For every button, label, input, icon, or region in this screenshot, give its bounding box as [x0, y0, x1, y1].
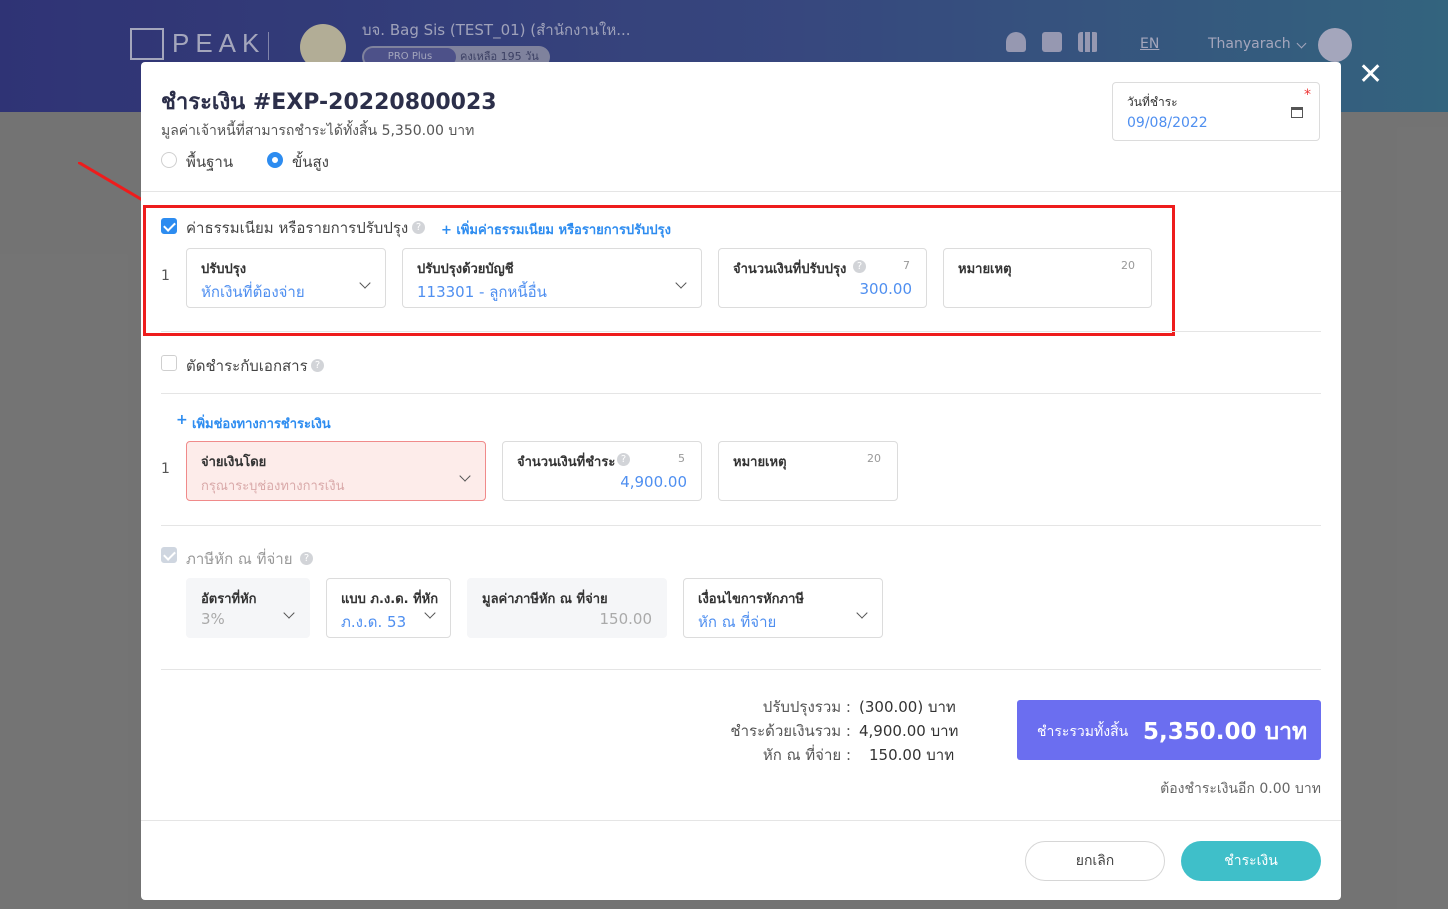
- payment-method-select[interactable]: จ่ายเงินโดย กรุณาระบุช่องทางการเงิน: [186, 441, 486, 501]
- char-count: 7: [903, 259, 910, 272]
- chevron-down-icon: [856, 607, 868, 619]
- payment-date-value[interactable]: 09/08/2022: [1127, 115, 1208, 131]
- char-count: 20: [867, 452, 881, 465]
- mode-basic-radio[interactable]: [161, 152, 177, 168]
- chevron-down-icon: [359, 277, 371, 289]
- summary-wht-label: หัก ณ ที่จ่าย :: [762, 746, 851, 764]
- row-number: 1: [161, 461, 170, 477]
- field-value: 3%: [201, 610, 225, 628]
- adjustment-checkbox[interactable]: [161, 218, 177, 234]
- payment-date-field[interactable]: วันที่ชำระ * 09/08/2022: [1112, 82, 1320, 141]
- field-label: หมายเหตุ: [733, 455, 787, 470]
- payment-date-label: วันที่ชำระ: [1127, 95, 1178, 109]
- wht-label: ภาษีหัก ณ ที่จ่าย: [186, 550, 293, 568]
- char-count: 20: [1121, 259, 1135, 272]
- chevron-down-icon: [283, 607, 295, 619]
- field-label: ปรับปรุงด้วยบัญชี: [417, 262, 514, 277]
- wht-checkbox[interactable]: [161, 547, 177, 563]
- summary-wht-value: 150.00 บาท: [869, 746, 955, 764]
- chevron-down-icon: [424, 607, 436, 619]
- help-icon[interactable]: ?: [853, 260, 866, 273]
- payment-note-input[interactable]: หมายเหตุ 20: [718, 441, 898, 501]
- chevron-down-icon: [675, 277, 687, 289]
- add-payment-channel-link[interactable]: เพิ่มช่องทางการชำระเงิน: [192, 413, 331, 434]
- field-label: ปรับปรุง: [201, 262, 247, 277]
- field-label: หมายเหตุ: [958, 262, 1012, 277]
- field-value: 113301 - ลูกหนี้อื่น: [417, 283, 547, 301]
- summary-paid-value: 4,900.00 บาท: [859, 722, 959, 740]
- mode-basic-label[interactable]: พื้นฐาน: [186, 150, 233, 174]
- modal-title: ชำระเงิน #EXP-20220800023: [161, 90, 497, 115]
- divider: [161, 331, 1321, 332]
- chevron-down-icon: [459, 470, 471, 482]
- plus-icon[interactable]: +: [176, 412, 188, 428]
- divider: [161, 393, 1321, 394]
- adjustment-type-select[interactable]: ปรับปรุง หักเงินที่ต้องจ่าย: [186, 248, 386, 308]
- summary-adjust-value: (300.00) บาท: [859, 698, 956, 716]
- field-value: 150.00: [599, 610, 653, 628]
- mode-advanced-radio[interactable]: [267, 152, 283, 168]
- field-value: 300.00: [859, 280, 913, 298]
- divider: [141, 820, 1341, 821]
- remaining-amount: ต้องชำระเงินอีก 0.00 บาท: [1160, 781, 1321, 797]
- grand-total-value: 5,350.00 บาท: [1143, 719, 1308, 745]
- help-icon[interactable]: ?: [412, 221, 425, 234]
- divider: [161, 669, 1321, 670]
- adjustment-label: ค่าธรรมเนียม หรือรายการปรับปรุง: [186, 219, 409, 237]
- payment-modal: ชำระเงิน #EXP-20220800023 มูลค่าเจ้าหนี้…: [141, 62, 1341, 900]
- field-value: 4,900.00: [620, 473, 687, 491]
- help-icon[interactable]: ?: [617, 453, 630, 466]
- offset-checkbox[interactable]: [161, 355, 177, 371]
- wht-condition-select[interactable]: เงื่อนไขการหักภาษี หัก ณ ที่จ่าย: [683, 578, 883, 638]
- row-number: 1: [161, 268, 170, 284]
- add-adjustment-link[interactable]: + เพิ่มค่าธรรมเนียม หรือรายการปรับปรุง: [441, 219, 671, 240]
- field-label: จ่ายเงินโดย: [201, 455, 267, 470]
- grand-total-label: ชำระรวมทั้งสิ้น: [1037, 724, 1129, 740]
- adjustment-note-input[interactable]: หมายเหตุ 20: [943, 248, 1152, 308]
- field-value: หักเงินที่ต้องจ่าย: [201, 283, 305, 301]
- wht-value-field: มูลค่าภาษีหัก ณ ที่จ่าย 150.00: [467, 578, 667, 638]
- adjustment-amount-input[interactable]: จำนวนเงินที่ปรับปรุง ? 7 300.00: [718, 248, 927, 308]
- adjustment-account-select[interactable]: ปรับปรุงด้วยบัญชี 113301 - ลูกหนี้อื่น: [402, 248, 702, 308]
- summary-paid-label: ชำระด้วยเงินรวม :: [730, 722, 851, 740]
- wht-rate-select[interactable]: อัตราที่หัก 3%: [186, 578, 310, 638]
- summary-adjust-label: ปรับปรุงรวม :: [762, 698, 851, 716]
- divider: [141, 191, 1341, 192]
- field-label: จำนวนเงินที่ปรับปรุง: [733, 262, 847, 277]
- close-icon[interactable]: ✕: [1358, 60, 1383, 90]
- pay-button[interactable]: ชำระเงิน: [1181, 841, 1321, 881]
- field-label: มูลค่าภาษีหัก ณ ที่จ่าย: [482, 592, 608, 607]
- calendar-icon[interactable]: [1291, 107, 1303, 118]
- field-label: เงื่อนไขการหักภาษี: [698, 592, 804, 607]
- cancel-button[interactable]: ยกเลิก: [1025, 841, 1165, 881]
- field-label: อัตราที่หัก: [201, 592, 257, 607]
- help-icon[interactable]: ?: [300, 552, 313, 565]
- offset-label: ตัดชำระกับเอกสาร: [186, 357, 308, 375]
- field-placeholder: กรุณาระบุช่องทางการเงิน: [201, 479, 345, 494]
- divider: [161, 525, 1321, 526]
- char-count: 5: [678, 452, 685, 465]
- wht-form-select[interactable]: แบบ ภ.ง.ด. ที่หัก ภ.ง.ด. 53: [326, 578, 451, 638]
- field-label: แบบ ภ.ง.ด. ที่หัก: [341, 592, 439, 607]
- help-icon[interactable]: ?: [311, 359, 324, 372]
- modal-subtitle: มูลค่าเจ้าหนี้ที่สามารถชำระได้ทั้งสิ้น 5…: [161, 123, 475, 139]
- grand-total-box: ชำระรวมทั้งสิ้น 5,350.00 บาท: [1017, 700, 1321, 760]
- payment-amount-input[interactable]: จำนวนเงินที่ชำระ ? 5 4,900.00: [502, 441, 702, 501]
- field-value: ภ.ง.ด. 53: [341, 613, 407, 631]
- required-marker: *: [1304, 87, 1311, 103]
- mode-advanced-label[interactable]: ขั้นสูง: [292, 150, 329, 174]
- field-value: หัก ณ ที่จ่าย: [698, 613, 777, 631]
- field-label: จำนวนเงินที่ชำระ: [517, 455, 616, 470]
